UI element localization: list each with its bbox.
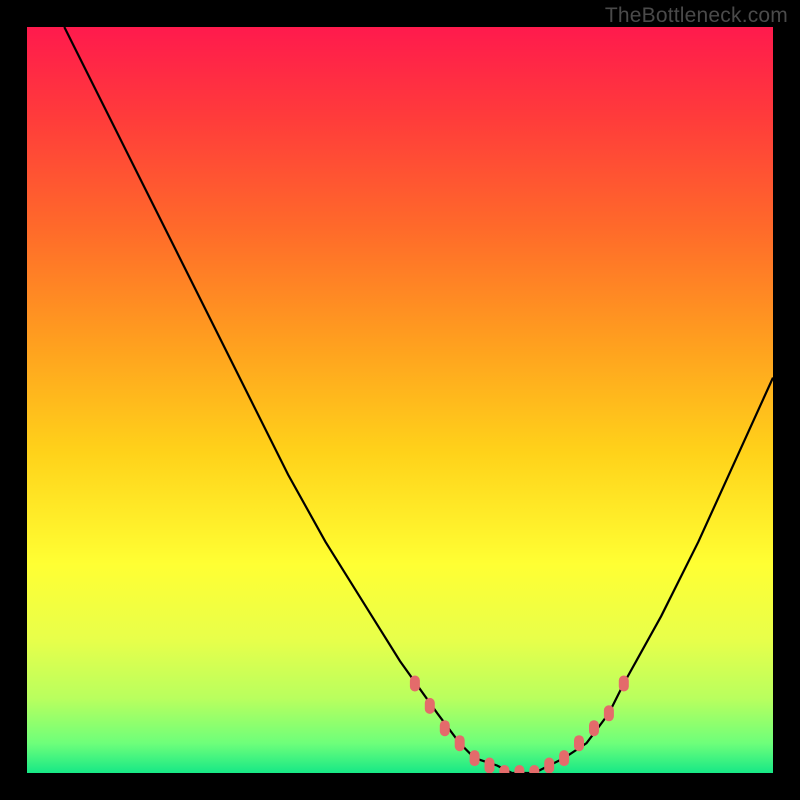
- marker-point: [559, 750, 569, 766]
- marker-point: [589, 720, 599, 736]
- marker-group: [410, 676, 629, 774]
- marker-point: [529, 765, 539, 773]
- plot-area: [27, 27, 773, 773]
- outer-frame: TheBottleneck.com: [0, 0, 800, 800]
- marker-point: [455, 735, 465, 751]
- marker-point: [574, 735, 584, 751]
- marker-point: [604, 705, 614, 721]
- marker-point: [485, 758, 495, 774]
- marker-point: [410, 676, 420, 692]
- bottleneck-curve-svg: [27, 27, 773, 773]
- marker-point: [619, 676, 629, 692]
- curve-path: [64, 27, 773, 773]
- marker-point: [440, 720, 450, 736]
- marker-point: [544, 758, 554, 774]
- marker-point: [470, 750, 480, 766]
- marker-point: [425, 698, 435, 714]
- watermark-label: TheBottleneck.com: [605, 4, 788, 28]
- marker-point: [514, 765, 524, 773]
- marker-point: [499, 765, 509, 773]
